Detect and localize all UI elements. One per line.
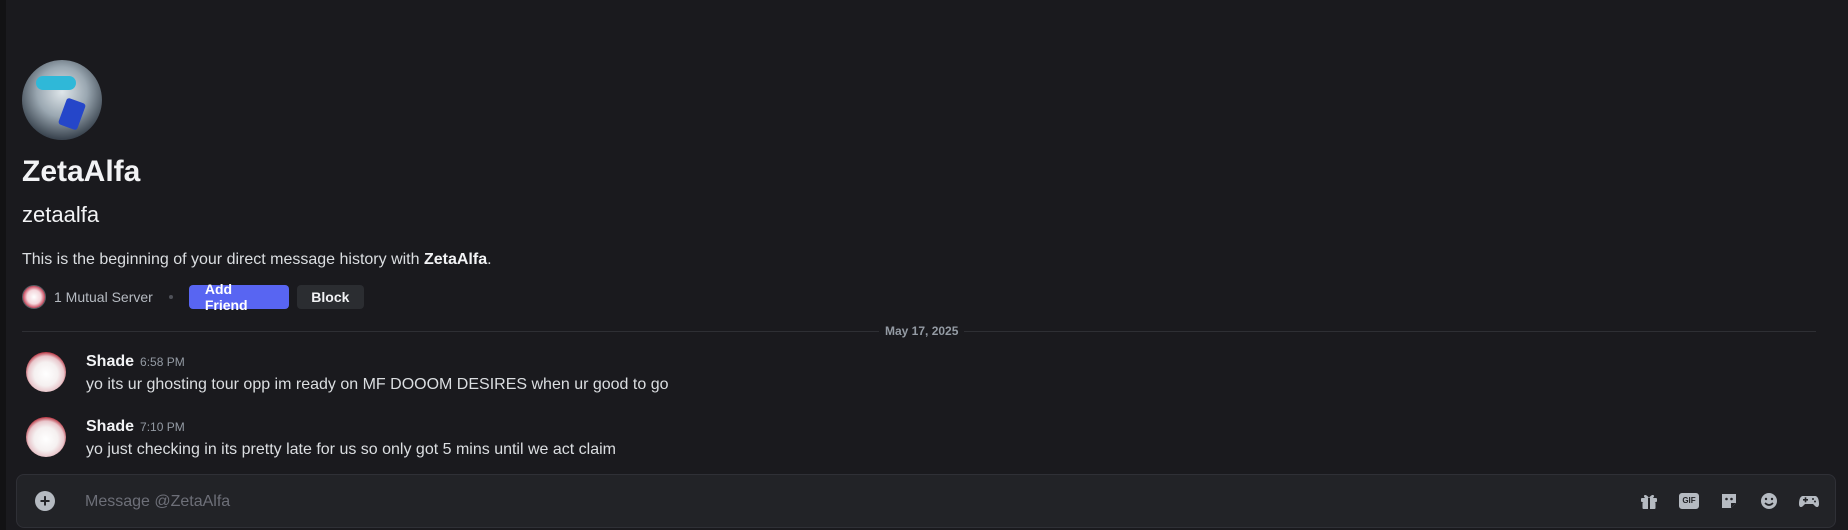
- message-timestamp: 6:58 PM: [140, 355, 185, 369]
- add-attachment-icon[interactable]: +: [35, 491, 55, 511]
- message-item[interactable]: Shade 6:58 PM yo its ur ghosting tour opp…: [26, 352, 1806, 400]
- message-input[interactable]: [85, 491, 1385, 513]
- profile-username: zetaalfa: [22, 202, 100, 227]
- sidebar-edge: [0, 0, 6, 530]
- sticker-icon[interactable]: [1717, 489, 1741, 513]
- message-header: Shade 7:10 PM: [86, 417, 185, 437]
- gift-icon[interactable]: [1637, 489, 1661, 513]
- message-composer: + GIF: [16, 474, 1836, 528]
- message-author-avatar[interactable]: [26, 352, 66, 392]
- gif-icon[interactable]: GIF: [1677, 489, 1701, 513]
- message-author[interactable]: Shade: [86, 418, 134, 435]
- intro-name: ZetaAlfa: [423, 251, 488, 268]
- profile-display-name: ZetaAlfa: [22, 155, 141, 188]
- intro-suffix: .: [487, 251, 492, 268]
- emoji-icon[interactable]: [1757, 489, 1781, 513]
- composer-tools: GIF: [1621, 489, 1821, 513]
- message-author-avatar[interactable]: [26, 417, 66, 457]
- separator-dot: [168, 295, 173, 299]
- block-button[interactable]: Block: [296, 285, 364, 309]
- message-timestamp: 7:10 PM: [140, 420, 185, 434]
- message-text: yo just checking in its pretty late for …: [86, 441, 617, 458]
- message-author[interactable]: Shade: [86, 353, 134, 370]
- dm-profile-header: ZetaAlfa zetaalfa This is the beginning …: [22, 60, 922, 313]
- avatar-visor-graphic: [36, 76, 76, 90]
- avatar-gem-graphic: [57, 97, 87, 131]
- profile-actions-row: 1 Mutual Server Add Friend Block: [22, 281, 922, 313]
- mutual-servers-link[interactable]: 1 Mutual Server: [54, 289, 153, 305]
- intro-prefix: This is the beginning of your direct mes…: [22, 251, 424, 268]
- activities-icon[interactable]: [1797, 489, 1821, 513]
- gif-icon-label: GIF: [1679, 493, 1699, 509]
- add-friend-button[interactable]: Add Friend: [188, 281, 289, 313]
- dm-intro-text: This is the beginning of your direct mes…: [22, 250, 922, 270]
- profile-avatar[interactable]: [22, 60, 102, 140]
- message-text: yo its ur ghosting tour opp im ready on …: [86, 376, 669, 393]
- message-header: Shade 6:58 PM: [86, 352, 185, 372]
- message-item[interactable]: Shade 7:10 PM yo just checking in its pre…: [26, 417, 1806, 465]
- mutual-server-icon[interactable]: [22, 285, 46, 309]
- date-divider-label: May 17, 2025: [879, 323, 965, 339]
